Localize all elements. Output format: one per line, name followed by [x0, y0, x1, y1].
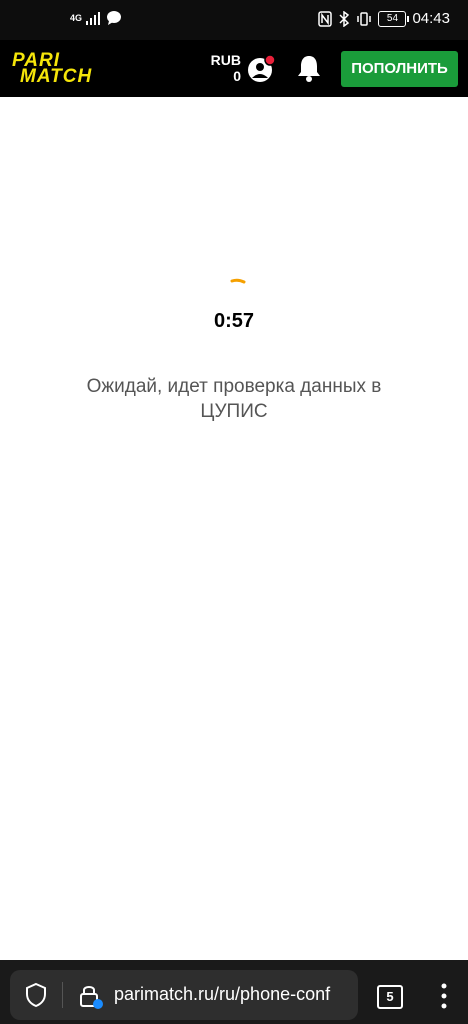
clock: 04:43: [412, 10, 450, 27]
more-menu-icon[interactable]: [436, 982, 452, 1010]
url-text[interactable]: parimatch.ru/ru/phone-conf: [114, 984, 354, 1008]
vibrate-icon: [357, 11, 372, 26]
lock-icon[interactable]: [78, 982, 104, 1010]
status-right-icons: 54 04:43: [318, 10, 450, 27]
deposit-button[interactable]: ПОПОЛНИТЬ: [341, 51, 458, 87]
logo-line2: MATCH: [20, 66, 93, 87]
status-left-icons: 4G: [70, 10, 122, 26]
profile-button[interactable]: [246, 54, 276, 84]
tabs-button[interactable]: 5: [377, 985, 403, 1009]
divider: [62, 982, 63, 1008]
address-bar[interactable]: parimatch.ru/ru/phone-conf: [10, 970, 358, 1020]
loading-spinner-icon: [230, 278, 246, 284]
signal-icon: [86, 12, 101, 25]
currency-label: RUB: [210, 52, 241, 68]
countdown-timer: 0:57: [213, 310, 255, 332]
browser-toolbar: parimatch.ru/ru/phone-conf 5: [0, 960, 468, 1024]
app-header: PARI MATCH RUB 0 ПОПОЛНИТЬ: [0, 40, 468, 97]
shield-icon[interactable]: [24, 982, 48, 1008]
network-type: 4G: [70, 12, 83, 23]
parimatch-logo[interactable]: PARI MATCH: [12, 50, 116, 87]
chat-bubble-icon: [107, 11, 122, 25]
verification-message: Ожидай, идет проверка данных в ЦУПИС: [86, 376, 382, 422]
notifications-button[interactable]: [294, 53, 324, 83]
balance-value: 0: [233, 68, 241, 84]
battery-indicator: 54: [378, 10, 410, 27]
bell-icon: [298, 56, 320, 82]
balance-display[interactable]: RUB 0: [205, 52, 241, 84]
status-bar: 4G 54 04:43: [0, 0, 468, 40]
bluetooth-icon: [339, 10, 350, 27]
nfc-icon: [318, 10, 333, 27]
user-avatar-icon: [248, 54, 276, 82]
